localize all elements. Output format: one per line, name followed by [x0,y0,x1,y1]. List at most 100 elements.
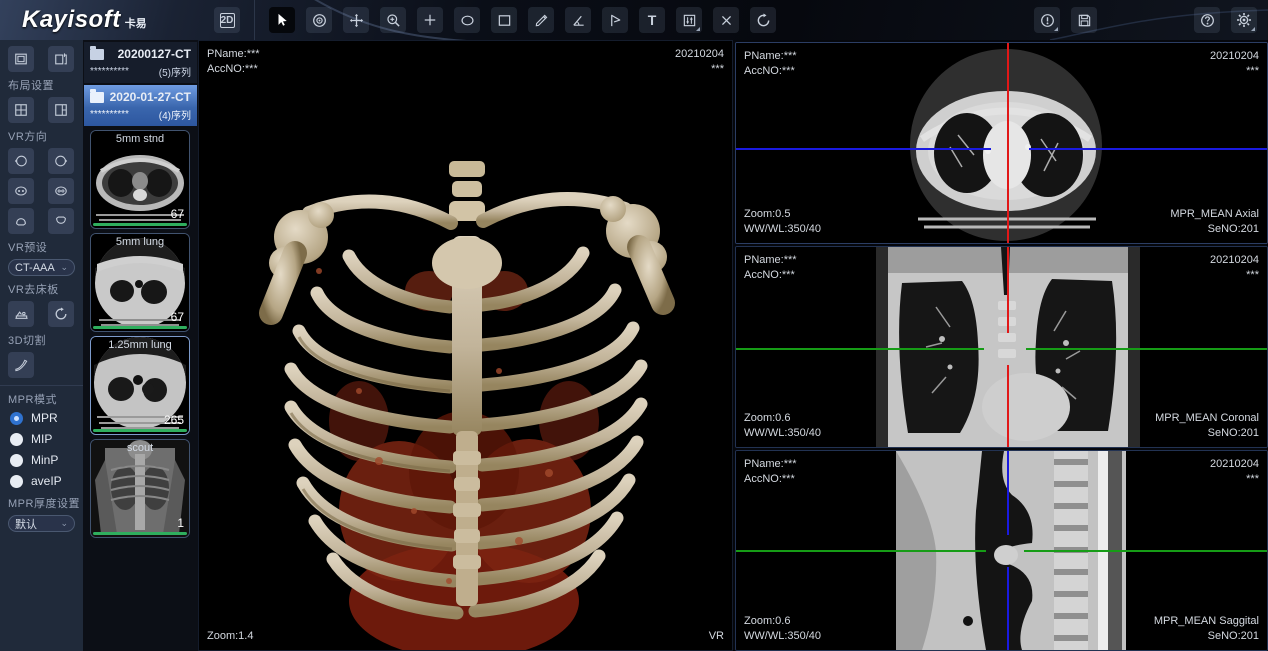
pointer-icon [275,13,289,27]
pencil-icon [534,13,549,28]
tool-buttons: 2D [214,0,776,40]
thumbnail-1-25mm-lung[interactable]: 1.25mm lung 265 [90,336,190,435]
layout-split-button[interactable] [48,97,74,123]
pname-text: PName:*** [744,253,797,268]
reset-tool-button[interactable] [750,7,776,33]
pointer-tool-button[interactable] [269,7,295,33]
mpr-column: PName:***AccNO:*** 20210204*** Zoom:0.5W… [735,40,1268,651]
vr-bottom-view-button[interactable] [48,208,74,234]
dicom-viewer-app: Kayisoft 卡易 2D [0,0,1268,651]
chevron-down-icon: ⌄ [60,262,68,273]
sagittal-crosshair-h-left[interactable] [736,550,986,552]
save-button[interactable] [1071,7,1097,33]
study-item-20200127[interactable]: 20200127-CT ********** (5)序列 [84,42,197,83]
thumbnail-5mm-lung[interactable]: 5mm lung 67 [90,233,190,332]
radio-icon [10,433,23,446]
corner-mark [696,27,700,31]
window-level-button[interactable] [676,7,702,33]
zoom-text: Zoom:0.6 [744,614,821,629]
stack-scroll-button[interactable] [306,7,332,33]
mpr-thickness-select[interactable]: 默认 ⌄ [8,515,75,532]
info-icon [1040,13,1055,28]
study-date-text: 20210204 [675,47,724,62]
panel-toggle-left-button[interactable] [8,46,34,72]
grid-2x2-icon [14,103,28,117]
sagittal-crosshair-v-top[interactable] [1007,451,1009,535]
remove-bed-button[interactable] [8,301,34,327]
vr-front-view-button[interactable] [8,178,34,204]
sagittal-crosshair-v-bottom[interactable] [1007,567,1009,650]
mpr-mode-option-aveip[interactable]: aveIP [10,474,75,488]
thumbnail-label: 5mm lung [91,236,189,248]
coronal-crosshair-v-top[interactable] [1007,247,1009,333]
arrow-flag-icon [608,13,623,28]
axial-crosshair-h-left[interactable] [736,148,991,150]
coronal-crosshair-v-bottom[interactable] [1007,365,1009,447]
layout-grid-button[interactable] [8,97,34,123]
coronal-crosshair-h-left[interactable] [736,348,984,350]
delete-tool-button[interactable] [713,7,739,33]
thumbnail-progress-bar [93,532,187,535]
wwwl-text: WW/WL:350/40 [744,222,821,237]
thumbnail-5mm-stnd[interactable]: 5mm stnd 67 [90,130,190,229]
vr-right-view-button[interactable] [48,148,74,174]
coronal-viewport[interactable]: PName:***AccNO:*** 20210204*** Zoom:0.6W… [735,246,1268,448]
panel-toggle-right-button[interactable] [48,46,74,72]
sagittal-crosshair-h-right[interactable] [1024,550,1267,552]
thumbnail-count: 67 [171,207,184,221]
scalpel-button[interactable] [8,352,34,378]
angle-tool-button[interactable] [565,7,591,33]
vr-left-view-button[interactable] [8,148,34,174]
angle-icon [571,13,586,28]
mpr-mode-option-minp[interactable]: MinP [10,453,75,467]
accno-text: AccNO:*** [744,472,797,487]
wwwl-text: WW/WL:350/40 [744,426,821,441]
close-icon [720,14,733,27]
vr-rendering-image [199,41,733,651]
thumbnail-scout[interactable]: scout 1 [90,439,190,538]
zoom-tool-button[interactable] [380,7,406,33]
pan-tool-button[interactable] [343,7,369,33]
axial-crosshair-h-right[interactable] [1029,148,1267,150]
rectangle-icon [497,13,512,28]
help-button[interactable] [1194,7,1220,33]
axial-viewport[interactable]: PName:***AccNO:*** 20210204*** Zoom:0.5W… [735,42,1268,244]
coronal-crosshair-h-right[interactable] [1026,348,1267,350]
vr-preset-label: VR预设 [8,239,75,255]
vr-reset-button[interactable] [48,301,74,327]
thumbnail-count: 67 [171,310,184,324]
thumbnail-count: 1 [177,516,184,530]
vr-direction-label: VR方向 [8,128,75,144]
study-item-2020-01-27[interactable]: 2020-01-27-CT ********** (4)序列 [84,85,197,126]
sidebar-divider [0,385,83,386]
mpr-mode-option-mpr[interactable]: MPR [10,411,75,425]
chevron-down-icon: ⌄ [60,518,68,529]
mpr-mode-option-mip[interactable]: MIP [10,432,75,446]
mode-2d-button[interactable]: 2D [214,7,240,33]
axial-crosshair-v[interactable] [1007,43,1009,243]
vr-back-view-button[interactable] [48,178,74,204]
head-top-icon [14,214,28,228]
ellipse-icon [460,13,475,28]
settings-button[interactable] [1231,7,1257,33]
panel-icon [14,52,28,66]
length-tool-button[interactable] [528,7,554,33]
study-date-text: 20210204 [1210,457,1259,472]
text-tool-button[interactable]: T [639,7,665,33]
vr-viewport[interactable]: PName:*** AccNO:*** 20210204 *** Zoom:1.… [198,40,733,651]
crosshair-tool-button[interactable] [417,7,443,33]
info-button[interactable] [1034,7,1060,33]
2d-icon: 2D [220,13,235,28]
vr-top-view-button[interactable] [8,208,34,234]
sagittal-viewport[interactable]: PName:***AccNO:*** 20210204*** Zoom:0.6W… [735,450,1268,651]
vr-preset-select[interactable]: CT-AAA ⌄ [8,259,75,276]
ellipse-roi-button[interactable] [454,7,480,33]
rectangle-roi-button[interactable] [491,7,517,33]
masked-text: *** [1210,472,1259,487]
radio-icon [10,475,23,488]
reset-icon [756,13,771,28]
corner-mark [1251,27,1255,31]
pan-icon [349,13,364,28]
zoom-text: Zoom:0.6 [744,411,821,426]
arrow-annotate-button[interactable] [602,7,628,33]
